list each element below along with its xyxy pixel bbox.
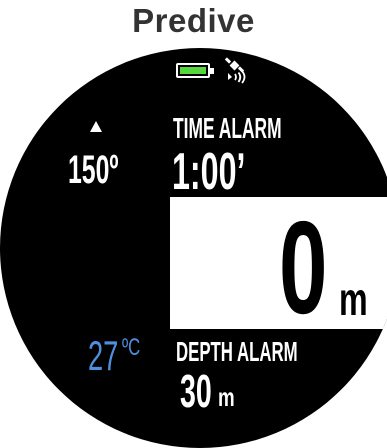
screen-title: Predive <box>132 2 255 39</box>
battery-terminal <box>210 68 214 74</box>
battery-level-fill <box>180 67 206 74</box>
depth-unit: m <box>339 273 368 325</box>
compass-heading: 150º <box>68 148 119 192</box>
depth-value: 0 <box>279 194 328 341</box>
temperature-value: 27 <box>88 332 119 379</box>
depth-alarm-value: 30 <box>180 365 212 417</box>
north-arrow-icon <box>90 121 102 132</box>
satellite-signal-icon <box>224 57 246 84</box>
battery-full-icon <box>176 63 214 78</box>
depth-alarm-unit: m <box>218 382 235 412</box>
watch-face: 150º TIME ALARM 1:00’ 0 m 27 ºC DEPTH AL… <box>0 48 387 448</box>
temperature-unit: ºC <box>122 334 141 361</box>
time-alarm-value: 1:00’ <box>172 143 246 201</box>
